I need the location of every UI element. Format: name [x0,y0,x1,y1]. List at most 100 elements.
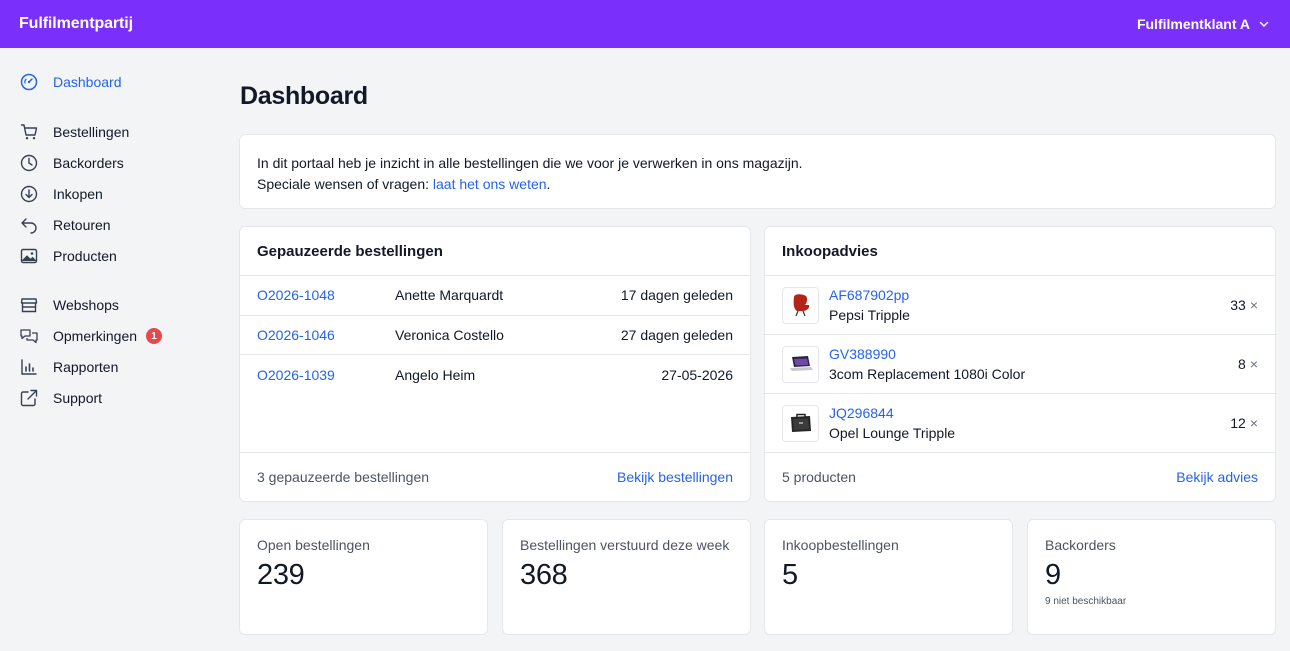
briefcase-icon [790,413,811,432]
sidebar-item-label: Rapporten [53,359,119,375]
stat-label: Inkoopbestellingen [782,537,899,553]
top-bar: Fulfilmentpartij Fulfilmentklant A [0,0,1290,48]
customer-name: Veronica Costello [395,326,504,343]
order-date: 27 dagen geleden [620,326,733,343]
stat-label: Backorders [1045,537,1116,553]
stat-card-open-orders[interactable]: Open bestellingen 239 [239,519,488,635]
stat-card-backorders[interactable]: Backorders 9 9 niet beschikbaar [1027,519,1276,635]
sidebar: Dashboard Bestellingen Backorders Inkope… [0,48,210,651]
external-link-icon [19,388,39,408]
sidebar-item-webshops[interactable]: Webshops [19,293,119,317]
intro-text: In dit portaal heb je inzicht in alle be… [257,155,803,171]
intro-contact-line: Speciale wensen of vragen: laat het ons … [257,174,1258,195]
intro-contact-suffix: . [546,176,551,192]
times-sign: × [1249,415,1258,431]
intro-contact-prefix: Speciale wensen of vragen: [257,176,433,192]
sidebar-item-label: Opmerkingen [53,328,138,344]
sidebar-item-label: Backorders [53,155,124,171]
sidebar-item-backorders[interactable]: Backorders [19,151,124,175]
order-date: 17 dagen geleden [620,287,733,304]
customer-name: Anette Marquardt [395,287,504,304]
account-name: Fulfilmentklant A [1136,16,1250,32]
product-sku-link[interactable]: GV388990 [829,344,1238,364]
clock-icon [19,153,39,173]
panel-title: Inkoopadvies [765,227,1275,276]
stat-card-purchase-orders[interactable]: Inkoopbestellingen 5 [764,519,1013,635]
view-orders-link[interactable]: Bekijk bestellingen [617,469,733,485]
sidebar-item-label: Support [53,390,103,406]
product-sku-link[interactable]: AF687902pp [829,285,1230,305]
armchair-icon [793,294,809,317]
stat-card-shipped-this-week[interactable]: Bestellingen verstuurd deze week 368 [502,519,751,635]
advice-quantity: 8 × [1238,356,1258,372]
paused-count: 3 gepauzeerde bestellingen [257,469,430,485]
order-link[interactable]: O2026-1039 [257,367,395,383]
panel-footer: 3 gepauzeerde bestellingen Bekijk bestel… [240,452,750,501]
laptop-icon [789,356,813,371]
stat-value: 368 [520,559,568,591]
purchase-advice-card: Inkoopadvies AF687902pp Pepsi Tripple 33… [764,226,1276,502]
stat-label: Bestellingen verstuurd deze week [520,537,730,553]
product-thumbnail [782,345,819,383]
dashboard-gauge-icon [19,72,39,92]
order-link[interactable]: O2026-1048 [257,287,395,303]
panel-title: Gepauzeerde bestellingen [240,227,750,276]
account-menu[interactable]: Fulfilmentklant A [1137,16,1270,32]
times-sign: × [1249,356,1258,372]
list-item: JQ296844 Opel Lounge Tripple 12 × [765,394,1275,453]
notification-badge: 1 [146,328,163,344]
stat-label: Open bestellingen [257,537,370,553]
sidebar-item-inkopen[interactable]: Inkopen [19,182,103,206]
sidebar-item-producten[interactable]: Producten [19,244,117,268]
sidebar-item-retouren[interactable]: Retouren [19,213,111,237]
quantity-value: 8 [1238,356,1246,372]
list-item: AF687902pp Pepsi Tripple 33 × [765,276,1275,335]
stat-subtext: 9 niet beschikbaar [1045,596,1127,607]
cart-icon [19,122,39,142]
brand-name[interactable]: Fulfilmentpartij [19,15,133,33]
sidebar-item-label: Inkopen [53,186,103,202]
return-arrow-icon [19,215,39,235]
product-thumbnail [782,404,819,442]
customer-name: Angelo Heim [395,366,476,383]
page-title: Dashboard [240,82,368,110]
product-thumbnail [782,286,819,324]
download-circle-icon [19,184,39,204]
product-count: 5 producten [782,469,856,485]
sidebar-item-label: Dashboard [53,74,122,90]
sidebar-item-opmerkingen[interactable]: Opmerkingen 1 [19,324,163,348]
quantity-value: 33 [1230,297,1246,313]
product-name: Opel Lounge Tripple [829,425,956,441]
view-advice-link[interactable]: Bekijk advies [1176,469,1258,485]
times-sign: × [1249,297,1258,313]
panel-footer: 5 producten Bekijk advies [765,452,1275,501]
sidebar-item-bestellingen[interactable]: Bestellingen [19,120,129,144]
stat-value: 9 [1045,559,1061,591]
chat-icon [19,326,39,346]
advice-quantity: 33 × [1230,297,1258,313]
chevron-down-icon [1259,21,1269,27]
paused-orders-card: Gepauzeerde bestellingen O2026-1048 Anet… [239,226,751,502]
product-name: 3com Replacement 1080i Color [829,366,1026,382]
intro-card: In dit portaal heb je inzicht in alle be… [239,134,1276,209]
contact-link[interactable]: laat het ons weten [433,176,547,192]
sidebar-item-label: Retouren [53,217,111,233]
product-sku-link[interactable]: JQ296844 [829,403,1230,423]
stat-value: 5 [782,559,798,591]
order-date: 27-05-2026 [661,366,733,383]
sidebar-item-rapporten[interactable]: Rapporten [19,355,118,379]
quantity-value: 12 [1230,415,1246,431]
sidebar-item-dashboard[interactable]: Dashboard [19,70,122,94]
sidebar-item-label: Producten [53,248,117,264]
sidebar-item-support[interactable]: Support [19,386,102,410]
sidebar-item-label: Webshops [53,297,119,313]
table-row: O2026-1039 Angelo Heim 27-05-2026 [240,355,750,395]
table-row: O2026-1046 Veronica Costello 27 dagen ge… [240,316,750,355]
advice-quantity: 12 × [1230,415,1258,431]
product-name: Pepsi Tripple [829,307,910,323]
list-item: GV388990 3com Replacement 1080i Color 8 × [765,335,1275,394]
order-link[interactable]: O2026-1046 [257,327,395,343]
image-icon [19,246,39,266]
store-icon [19,295,39,315]
stat-value: 239 [257,559,305,591]
